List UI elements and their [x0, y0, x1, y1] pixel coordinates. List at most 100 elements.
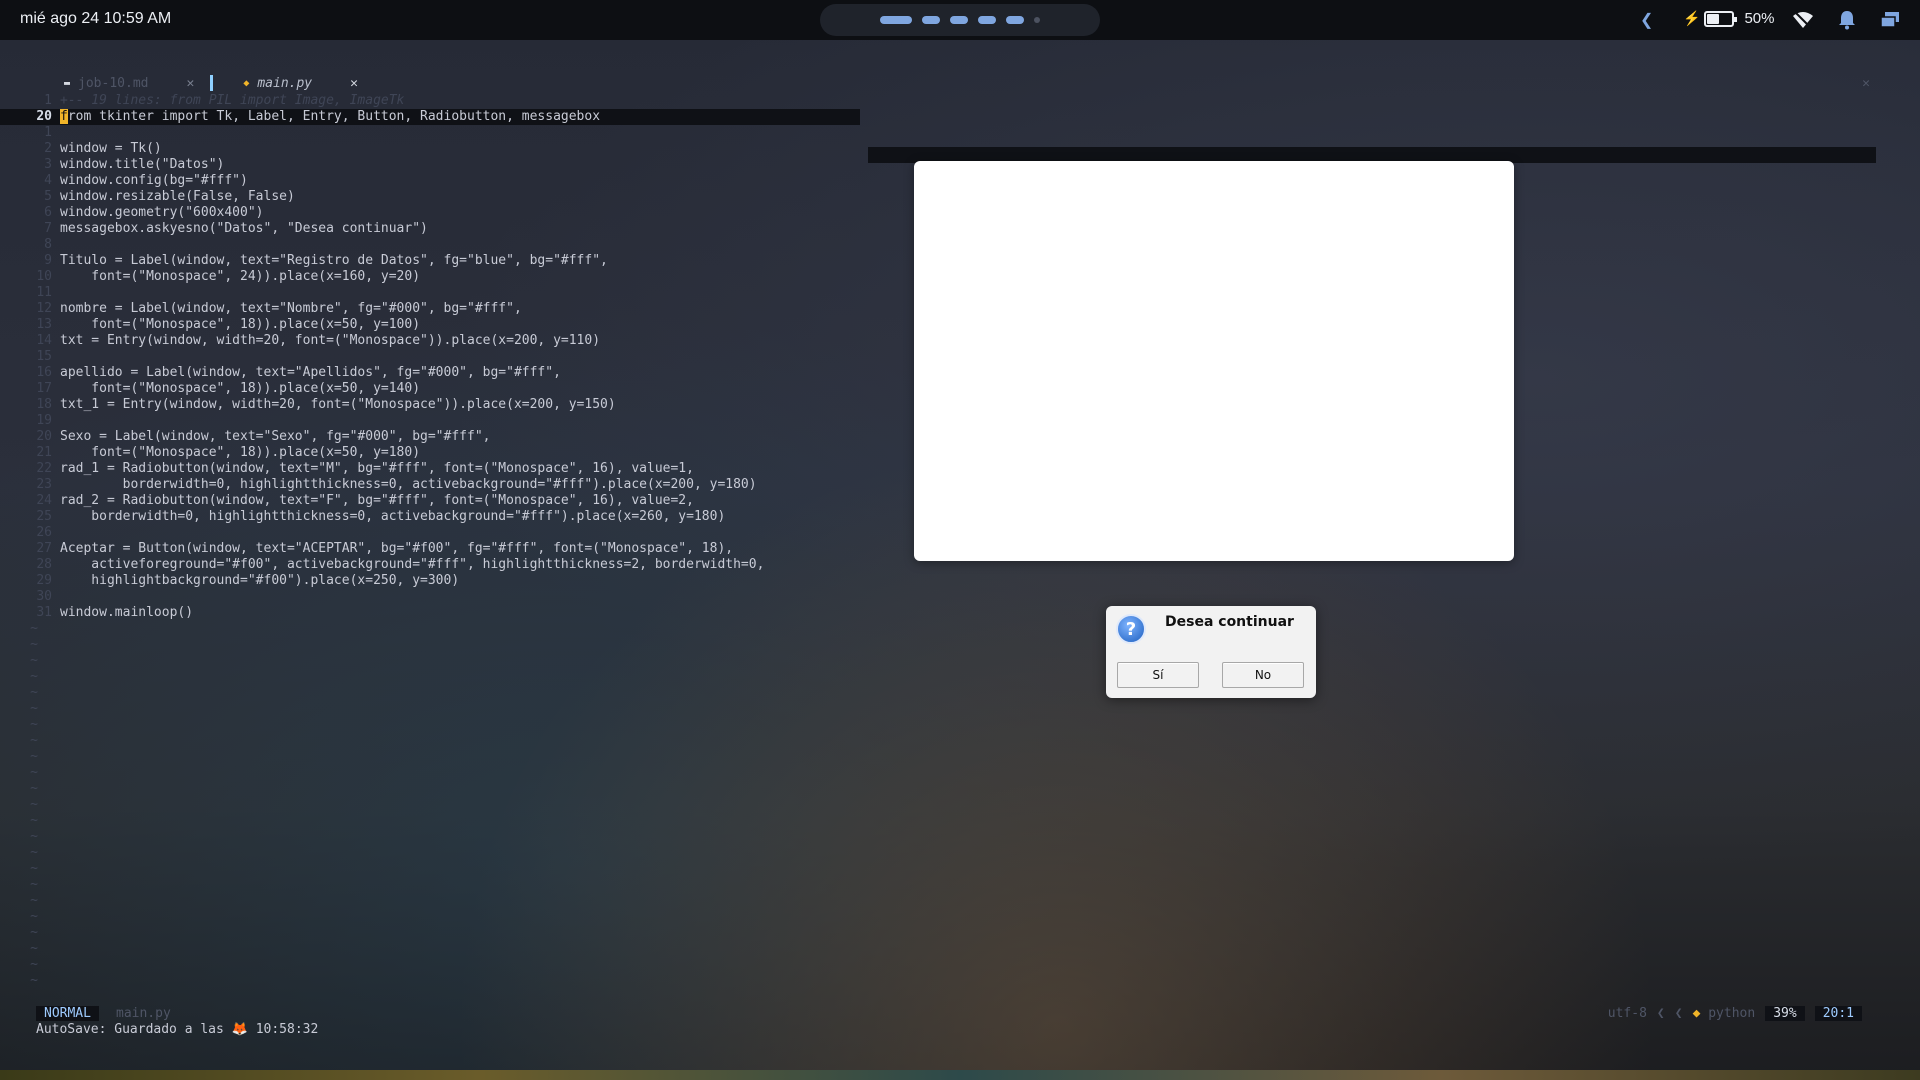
code-line[interactable]: 3 window.title("Datos"): [0, 157, 860, 173]
code-line[interactable]: 6 window.geometry("600x400"): [0, 205, 860, 221]
empty-buffer-line: ~: [0, 637, 860, 653]
code-line[interactable]: 16 apellido = Label(window, text="Apellid…: [0, 365, 860, 381]
line-number: 23: [36, 477, 52, 492]
code-line[interactable]: 18 txt_1 = Entry(window, width=20, font=(…: [0, 397, 860, 413]
line-number: 31: [36, 605, 52, 620]
tilde-marker: ~: [30, 973, 38, 988]
code-line[interactable]: 14 txt = Entry(window, width=20, font=("M…: [0, 333, 860, 349]
code-line[interactable]: 13 font=("Monospace", 18)).place(x=50, y…: [0, 317, 860, 333]
code-line[interactable]: 4 window.config(bg="#fff"): [0, 173, 860, 189]
line-text: apellido = Label(window, text="Apellidos…: [60, 365, 561, 380]
code-line[interactable]: 22 rad_1 = Radiobutton(window, text="M", …: [0, 461, 860, 477]
line-text: +-- 19 lines: from PIL import Image, Ima…: [60, 93, 405, 108]
code-line[interactable]: 21 font=("Monospace", 18)).place(x=50, y…: [0, 445, 860, 461]
code-line[interactable]: 19: [0, 413, 860, 429]
tilde-marker: ~: [30, 893, 38, 908]
clock[interactable]: mié ago 24 10:59 AM: [20, 10, 171, 28]
wifi-icon[interactable]: [1792, 10, 1814, 35]
line-text: txt_1 = Entry(window, width=20, font=("M…: [60, 397, 616, 412]
tab-separator: [210, 75, 214, 91]
fox-emoji-icon: 🦊: [231, 1022, 248, 1037]
workspace-indicator[interactable]: [922, 16, 940, 24]
status-file-name: main.py: [116, 1006, 171, 1021]
battery-indicator[interactable]: ⚡ 50%: [1683, 10, 1774, 27]
autosave-message: AutoSave: Guardado a las: [36, 1022, 224, 1037]
desktop-switcher-icon[interactable]: [1880, 11, 1900, 34]
code-line[interactable]: 30: [0, 589, 860, 605]
code-line[interactable]: 11: [0, 285, 860, 301]
tab-close-icon[interactable]: ✕: [186, 76, 194, 91]
tab-main-py[interactable]: ◆ main.py ✕: [243, 76, 358, 91]
separator-icon: ❮: [1674, 1006, 1683, 1021]
code-line[interactable]: 10 font=("Monospace", 24)).place(x=160, …: [0, 269, 860, 285]
line-number: 10: [36, 269, 52, 284]
code-line[interactable]: 25 borderwidth=0, highlightthickness=0, …: [0, 509, 860, 525]
tilde-marker: ~: [30, 797, 38, 812]
question-icon: ?: [1116, 614, 1146, 644]
code-line[interactable]: 8: [0, 237, 860, 253]
tilde-marker: ~: [30, 781, 38, 796]
code-line[interactable]: 9 Titulo = Label(window, text="Registro d…: [0, 253, 860, 269]
notifications-bell-icon[interactable]: [1838, 10, 1856, 35]
code-line[interactable]: 26: [0, 525, 860, 541]
code-line[interactable]: 24 rad_2 = Radiobutton(window, text="F", …: [0, 493, 860, 509]
status-encoding: utf-8: [1607, 1006, 1647, 1021]
workspace-indicator[interactable]: [1034, 17, 1040, 23]
code-line[interactable]: 15: [0, 349, 860, 365]
code-line[interactable]: 17 font=("Monospace", 18)).place(x=50, y…: [0, 381, 860, 397]
workspace-indicator[interactable]: [978, 16, 996, 24]
workspace-indicator[interactable]: [950, 16, 968, 24]
tab-job-10-md[interactable]: ▬ job-10.md ✕: [64, 76, 194, 91]
code-line[interactable]: 20 from tkinter import Tk, Label, Entry, …: [0, 109, 860, 125]
folded-code-line[interactable]: 1 +-- 19 lines: from PIL import Image, Im…: [0, 93, 860, 109]
line-text: window.resizable(False, False): [60, 189, 295, 204]
workspace-switcher[interactable]: [820, 4, 1100, 36]
status-position: 20:1: [1814, 1006, 1862, 1021]
close-all-icon[interactable]: ✕: [1862, 76, 1870, 91]
code-line[interactable]: 5 window.resizable(False, False): [0, 189, 860, 205]
code-line[interactable]: 31 window.mainloop(): [0, 605, 860, 621]
line-number: 28: [36, 557, 52, 572]
line-number: 25: [36, 509, 52, 524]
python-icon: ◆: [1692, 1006, 1701, 1021]
line-text: font=("Monospace", 24)).place(x=160, y=2…: [60, 269, 421, 284]
dock-strip: [0, 1070, 1920, 1080]
empty-buffer-line: ~: [0, 893, 860, 909]
line-number: 7: [44, 221, 52, 236]
empty-buffer-line: ~: [0, 877, 860, 893]
line-number: 13: [36, 317, 52, 332]
empty-buffer-line: ~: [0, 749, 860, 765]
code-line[interactable]: 29 highlightbackground="#f00").place(x=2…: [0, 573, 860, 589]
dialog-message: Desea continuar: [1165, 614, 1294, 630]
yes-button[interactable]: Sí: [1117, 662, 1199, 688]
line-number: 6: [44, 205, 52, 220]
code-line[interactable]: 27 Aceptar = Button(window, text="ACEPTAR…: [0, 541, 860, 557]
line-text: window.geometry("600x400"): [60, 205, 264, 220]
code-line[interactable]: 20 Sexo = Label(window, text="Sexo", fg="…: [0, 429, 860, 445]
no-button[interactable]: No: [1222, 662, 1304, 688]
line-text: font=("Monospace", 18)).place(x=50, y=10…: [60, 317, 421, 332]
code-line[interactable]: 2 window = Tk(): [0, 141, 860, 157]
line-text: txt = Entry(window, width=20, font=("Mon…: [60, 333, 601, 348]
tab-close-icon[interactable]: ✕: [350, 76, 358, 91]
workspace-indicator[interactable]: [1006, 16, 1024, 24]
tray-expand-icon[interactable]: ❮: [1640, 10, 1653, 30]
line-number: 1: [44, 125, 52, 140]
line-number: 14: [36, 333, 52, 348]
empty-buffer-line: ~: [0, 669, 860, 685]
line-text: borderwidth=0, highlightthickness=0, act…: [60, 509, 726, 524]
code-line[interactable]: 23 borderwidth=0, highlightthickness=0, …: [0, 477, 860, 493]
code-line[interactable]: 12 nombre = Label(window, text="Nombre", …: [0, 301, 860, 317]
code-line[interactable]: 1: [0, 125, 860, 141]
line-number: 30: [36, 589, 52, 604]
tk-window-datos[interactable]: [914, 161, 1514, 561]
code-line[interactable]: 7 messagebox.askyesno("Datos", "Desea con…: [0, 221, 860, 237]
autosave-time: 10:58:32: [255, 1022, 319, 1037]
code-line[interactable]: 28 activeforeground="#f00", activebackgr…: [0, 557, 860, 573]
line-text: window.config(bg="#fff"): [60, 173, 248, 188]
tab-label: job-10.md: [78, 75, 149, 91]
code-buffer[interactable]: 1 +-- 19 lines: from PIL import Image, Im…: [0, 93, 860, 989]
workspace-indicator[interactable]: [880, 16, 912, 24]
line-number: 20: [36, 109, 52, 124]
empty-buffer-line: ~: [0, 701, 860, 717]
